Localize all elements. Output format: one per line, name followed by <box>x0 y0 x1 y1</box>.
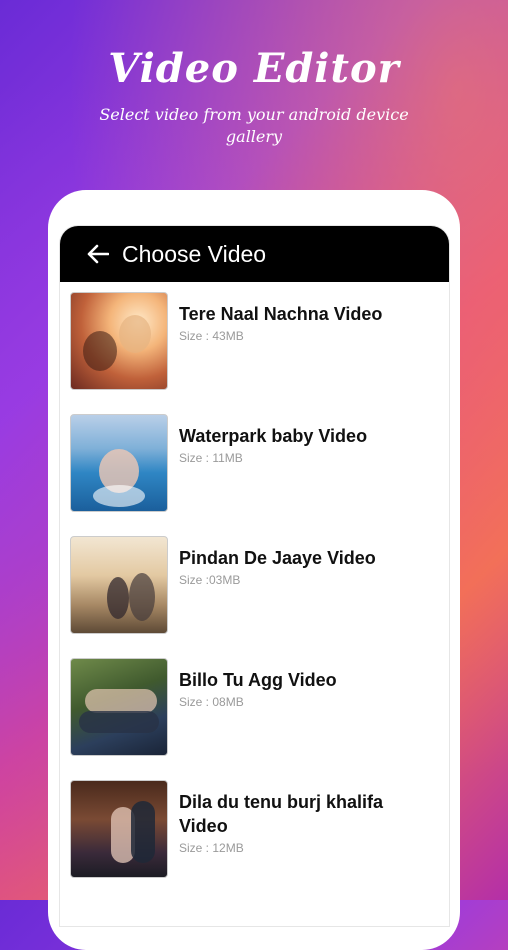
app-title: Video Editor <box>108 45 400 92</box>
video-name: Pindan De Jaaye Video <box>179 548 376 568</box>
video-size: Size :03MB <box>179 573 241 587</box>
video-item[interactable]: Dila du tenu burj khalifa Video Size : 1… <box>60 780 449 902</box>
video-thumbnail <box>70 414 168 512</box>
video-item[interactable]: Pindan De Jaaye Video Size :03MB <box>60 536 449 658</box>
video-name: Tere Naal Nachna Video <box>179 304 383 324</box>
video-item[interactable]: Tere Naal Nachna Video Size : 43MB <box>60 292 449 414</box>
app-bar: Choose Video <box>60 226 449 282</box>
video-thumbnail <box>70 658 168 756</box>
video-size: Size : 08MB <box>179 695 244 709</box>
video-thumbnail <box>70 292 168 390</box>
video-name: Waterpark baby Video <box>179 426 368 446</box>
video-item[interactable]: Billo Tu Agg Video Size : 08MB <box>60 658 449 780</box>
video-size: Size : 43MB <box>179 329 244 343</box>
arrow-left-icon[interactable] <box>78 234 118 274</box>
video-thumbnail <box>70 780 168 878</box>
video-name: Billo Tu Agg Video <box>179 670 337 690</box>
screen-title: Choose Video <box>122 240 267 267</box>
app-subtitle: Select video from your android device ga… <box>99 105 409 146</box>
video-item[interactable]: Waterpark baby Video Size : 11MB <box>60 414 449 536</box>
video-size: Size : 11MB <box>179 451 243 465</box>
video-list: Tere Naal Nachna Video Size : 43MB Water… <box>60 282 449 902</box>
video-thumbnail <box>70 536 168 634</box>
video-size: Size : 12MB <box>179 841 244 855</box>
promo-header: Video Editor Select video from your andr… <box>0 45 508 148</box>
video-name: Dila du tenu burj khalifa Video <box>179 792 384 836</box>
phone-screen: Choose Video Tere Naal Nachna Video Size… <box>60 226 449 926</box>
